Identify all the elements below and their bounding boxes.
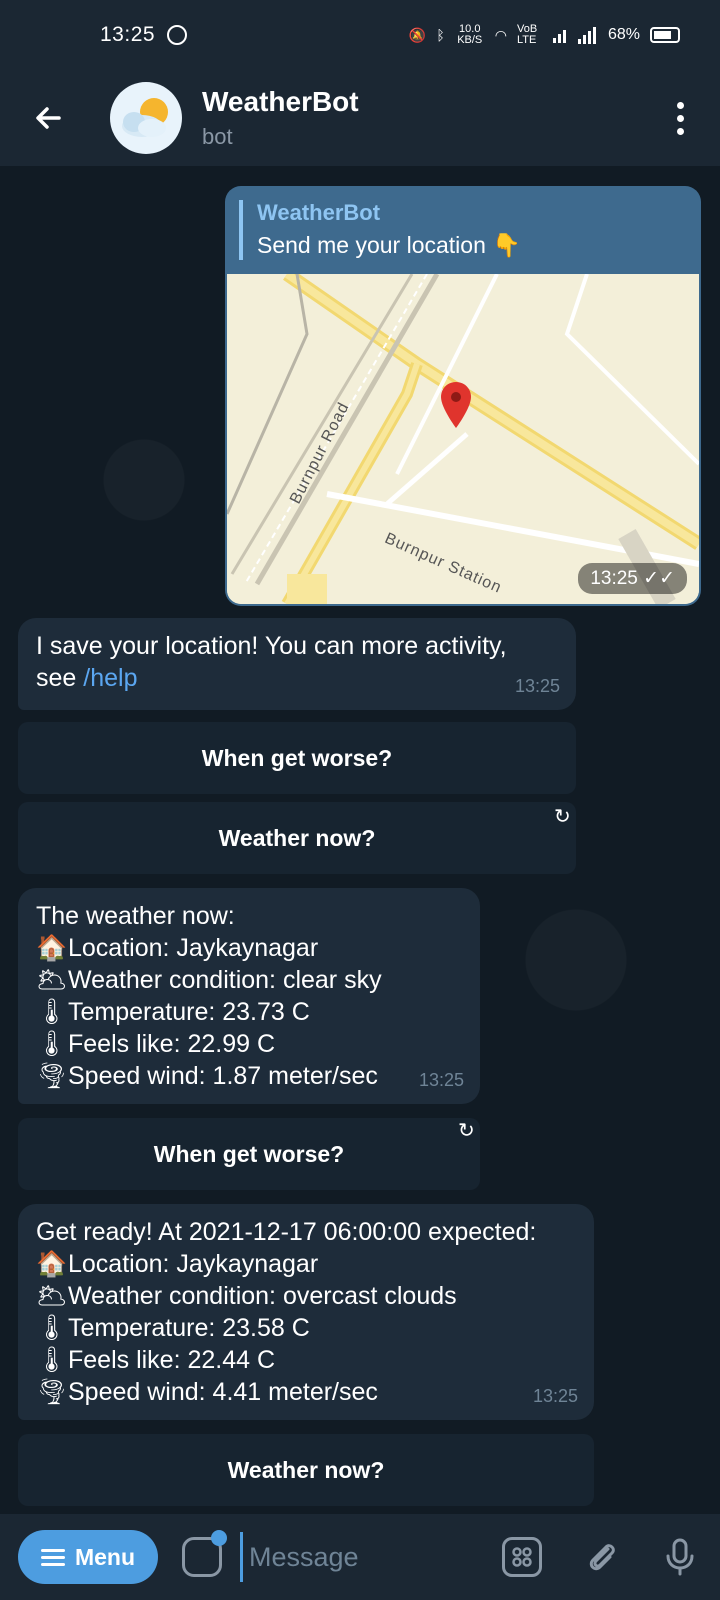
when-get-worse-button[interactable]: When get worse?	[18, 722, 576, 794]
thermometer-icon: 🌡	[36, 1346, 68, 1374]
message-time: 13:25	[532, 1386, 578, 1406]
message-input[interactable]	[240, 1532, 490, 1582]
net-speed: 10.0 KB/S	[457, 23, 483, 46]
menu-label: Menu	[74, 1543, 136, 1570]
message-line: 🌥Weather condition: overcast clouds	[36, 1282, 457, 1310]
tornado-icon: 🌪	[36, 1062, 68, 1090]
incoming-message[interactable]: I save your location! You can more activ…	[18, 618, 576, 710]
message-time: 13:25	[418, 1070, 464, 1090]
signal-icon-2	[577, 26, 598, 44]
time-text: 13:25	[590, 568, 638, 589]
message-composer: Menu	[0, 1514, 720, 1600]
sun-cloud-icon: 🌥	[36, 1282, 68, 1310]
chat-header: WeatherBot bot	[0, 70, 720, 166]
dot-icon	[676, 127, 684, 135]
thermometer-icon: 🌡	[36, 998, 68, 1026]
house-icon: 🏠	[36, 1250, 68, 1278]
bluetooth-icon: ᛒ	[436, 27, 445, 43]
attach-button[interactable]	[582, 1537, 622, 1577]
dot-icon	[676, 101, 684, 109]
message-line: 🌡Feels like: 22.44 C	[36, 1346, 276, 1374]
notification-dot	[211, 1530, 227, 1546]
sun-cloud-icon: 🌥	[36, 966, 68, 994]
menu-button[interactable]: Menu	[18, 1530, 158, 1584]
thermometer-icon: 🌡	[36, 1030, 68, 1058]
loading-arc-icon: ↻	[554, 806, 571, 828]
status-icons: 🔕 ᛒ 10.0 KB/S ◠ VoB LTE 68%	[409, 24, 680, 46]
wifi-icon: ◠	[494, 26, 507, 43]
sun-cloud-icon	[122, 98, 168, 137]
whatsapp-icon	[167, 25, 188, 45]
tornado-icon: 🌪	[36, 1378, 68, 1406]
button-label: When get worse?	[201, 744, 393, 771]
map-graphic	[227, 274, 699, 604]
back-button[interactable]	[0, 70, 96, 166]
reply-name: WeatherBot	[257, 200, 381, 225]
weather-now-button[interactable]: Weather now?	[18, 1434, 594, 1506]
button-label: Weather now?	[218, 824, 376, 851]
chat-title: WeatherBot	[202, 86, 359, 117]
weather-now-button[interactable]: Weather now?	[18, 802, 576, 874]
network-type: VoB LTE	[516, 23, 538, 46]
map-pin-icon	[441, 382, 471, 428]
battery-icon	[650, 27, 680, 43]
location-map[interactable]: Burnpur Road Burnpur Station 13:25 ✓✓	[227, 274, 699, 604]
sticker-button[interactable]	[182, 1530, 227, 1577]
bot-keyboard-button[interactable]	[502, 1537, 542, 1577]
message-line: 🌡Temperature: 23.73 C	[36, 998, 310, 1026]
mute-icon: 🔕	[408, 26, 427, 43]
message-line: 🌡Feels like: 22.99 C	[36, 1030, 276, 1058]
title-block[interactable]: WeatherBot bot	[202, 86, 359, 150]
message-line: 🌥Weather condition: clear sky	[36, 966, 382, 994]
message-text: see	[36, 664, 84, 692]
incoming-message[interactable]: The weather now: 🏠Location: Jaykaynagar …	[18, 888, 480, 1104]
battery-percent: 68%	[607, 26, 640, 43]
status-bar: 13:25 🔕 ᛒ 10.0 KB/S ◠ VoB LTE 68%	[0, 0, 720, 70]
thermometer-icon: 🌡	[36, 1314, 68, 1342]
button-label: When get worse?	[153, 1140, 345, 1167]
outgoing-location-message[interactable]: WeatherBot Send me your location 👇 Burnp…	[225, 186, 701, 606]
reply-text: Send me your location 👇	[257, 232, 521, 258]
paperclip-icon	[589, 1544, 615, 1571]
incoming-message[interactable]: Get ready! At 2021-12-17 06:00:00 expect…	[18, 1204, 594, 1420]
message-line: The weather now:	[36, 902, 235, 930]
dot-icon	[676, 114, 684, 122]
loading-arc-icon: ↻	[458, 1120, 475, 1142]
grid-icon	[512, 1547, 532, 1567]
message-line: 🌡Temperature: 23.58 C	[36, 1314, 310, 1342]
message-line: 🏠Location: Jaykaynagar	[36, 1250, 319, 1278]
voice-button[interactable]	[660, 1537, 700, 1577]
message-line: I save your location! You can more activ…	[36, 632, 507, 660]
double-check-icon: ✓✓	[643, 568, 675, 589]
message-line: Get ready! At 2021-12-17 06:00:00 expect…	[36, 1218, 537, 1246]
button-label: Weather now?	[227, 1456, 385, 1483]
chat-subtitle: bot	[202, 124, 233, 149]
more-options-button[interactable]	[672, 101, 688, 135]
message-time: 13:25	[514, 676, 560, 696]
reply-quote[interactable]: WeatherBot Send me your location 👇	[239, 200, 701, 260]
house-icon: 🏠	[36, 934, 68, 962]
when-get-worse-button[interactable]: When get worse?	[18, 1118, 480, 1190]
message-line-with-link: see /help	[36, 662, 558, 694]
message-line: 🌪Speed wind: 1.87 meter/sec	[36, 1062, 378, 1090]
microphone-icon	[666, 1538, 694, 1576]
help-link[interactable]: /help	[83, 664, 137, 692]
arrow-left-icon	[36, 107, 61, 129]
signal-icon	[552, 27, 568, 43]
avatar[interactable]	[110, 82, 182, 154]
message-line: 🌪Speed wind: 4.41 meter/sec	[36, 1378, 378, 1406]
hamburger-icon	[40, 1548, 65, 1566]
message-line: 🏠Location: Jaykaynagar	[36, 934, 319, 962]
status-time: 13:25	[100, 23, 156, 46]
message-time: 13:25 ✓✓	[578, 563, 687, 594]
